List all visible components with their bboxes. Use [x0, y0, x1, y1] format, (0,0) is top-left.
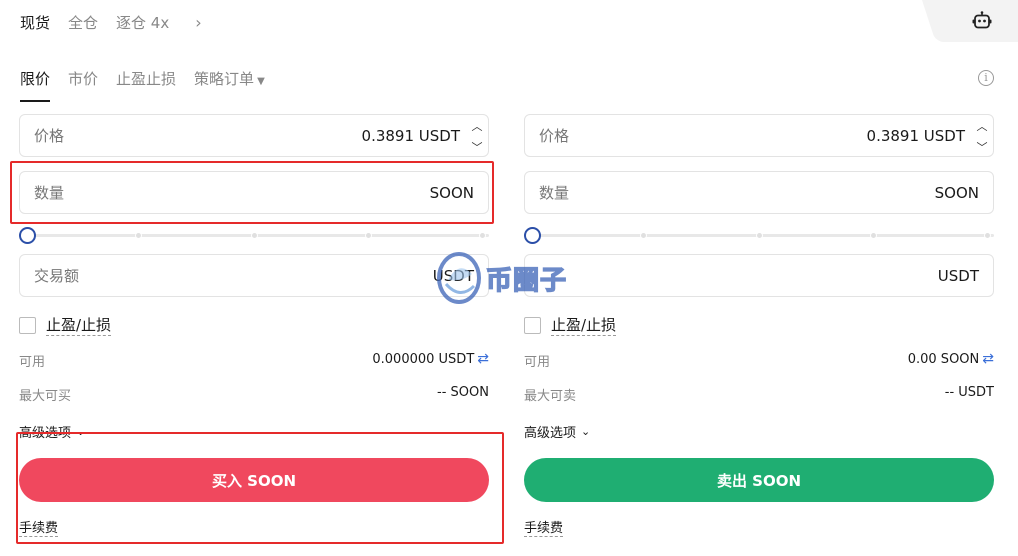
swap-icon[interactable]: ⇄ [477, 351, 489, 367]
buy-available-row: 可用 0.000000 USDT ⇄ [19, 351, 489, 370]
sell-amount-slider[interactable] [524, 227, 994, 244]
sell-max-value: -- USDT [944, 385, 994, 400]
slider-track [27, 234, 489, 237]
chevron-down-icon[interactable]: ﹀ [466, 137, 488, 159]
tab-tpsl[interactable]: 止盈止损 [116, 68, 176, 102]
tab-cross[interactable]: 全仓 [68, 12, 98, 33]
slider-step-dot[interactable] [365, 232, 372, 239]
order-type-tabs: 限价 市价 止盈止损 策略订单 ▼ [20, 68, 265, 102]
sell-panel: 价格 0.3891 USDT ︿ ﹀ 数量 SOON USDT 止盈/止损 可用… [524, 114, 994, 537]
sell-advanced-label: 高级选项 [524, 426, 577, 441]
slider-step-dot[interactable] [984, 232, 991, 239]
buy-amount-label: 交易额 [34, 267, 80, 285]
buy-price-label: 价格 [34, 127, 65, 145]
chevron-down-icon[interactable]: ﹀ [971, 137, 993, 159]
sell-qty-label: 数量 [539, 184, 570, 202]
buy-max-row: 最大可买 -- SOON [19, 385, 489, 404]
sell-available-row: 可用 0.00 SOON ⇄ [524, 351, 994, 370]
sell-button[interactable]: 卖出 SOON [524, 458, 994, 502]
buy-available-label: 可用 [19, 355, 46, 370]
sell-tpsl-label: 止盈/止损 [551, 316, 617, 336]
tab-isolated[interactable]: 逐仓 4x [116, 12, 169, 33]
chevron-up-icon[interactable]: ︿ [466, 115, 488, 137]
info-icon[interactable]: i [978, 70, 994, 86]
buy-tpsl-label: 止盈/止损 [46, 316, 112, 336]
sell-amount-field[interactable]: USDT [524, 254, 994, 297]
sell-available-label: 可用 [524, 355, 551, 370]
buy-price-field[interactable]: 价格 0.3891 USDT ︿ ﹀ [19, 114, 489, 157]
sell-available-value: 0.00 SOON [907, 352, 980, 367]
slider-step-dot[interactable] [251, 232, 258, 239]
robot-icon[interactable] [972, 11, 992, 31]
slider-step-dot[interactable] [870, 232, 877, 239]
tab-strategy-label: 策略订单 [194, 70, 255, 88]
buy-amount-slider[interactable] [19, 227, 489, 244]
sell-max-label: 最大可卖 [524, 389, 577, 404]
sell-quantity-field[interactable]: 数量 SOON [524, 171, 994, 214]
sell-qty-unit: SOON [934, 183, 979, 202]
sell-available-value-wrap: 0.00 SOON ⇄ [908, 351, 994, 370]
slider-step-dot[interactable] [640, 232, 647, 239]
slider-track [532, 234, 994, 237]
buy-tpsl-checkbox[interactable] [19, 316, 36, 334]
sell-price-label: 价格 [539, 127, 570, 145]
buy-available-value-wrap: 0.000000 USDT ⇄ [372, 351, 489, 370]
slider-knob[interactable] [524, 227, 541, 244]
chevron-right-icon[interactable]: › [195, 13, 201, 32]
caret-down-icon: ▼ [257, 76, 265, 87]
buy-tpsl-toggle[interactable]: 止盈/止损 [19, 314, 489, 336]
margin-mode-tabs: 现货 全仓 逐仓 4x › [20, 12, 202, 33]
slider-step-dot[interactable] [756, 232, 763, 239]
buy-available-value: 0.000000 USDT [372, 352, 475, 367]
slider-knob[interactable] [19, 227, 36, 244]
buy-max-label: 最大可买 [19, 389, 72, 404]
sell-price-value: 0.3891 USDT [866, 126, 965, 145]
buy-amount-unit: USDT [432, 266, 474, 285]
sell-fee-label: 手续费 [524, 521, 564, 537]
slider-step-dot[interactable] [135, 232, 142, 239]
sell-amount-unit: USDT [937, 266, 979, 285]
chevron-up-icon[interactable]: ︿ [971, 115, 993, 137]
slider-step-dot[interactable] [479, 232, 486, 239]
sell-price-stepper: ︿ ﹀ [971, 115, 993, 158]
sell-fee[interactable]: 手续费 [524, 517, 994, 537]
tab-market[interactable]: 市价 [68, 68, 98, 102]
buy-price-value: 0.3891 USDT [361, 126, 460, 145]
sell-tpsl-toggle[interactable]: 止盈/止损 [524, 314, 994, 336]
buy-max-value: -- SOON [437, 385, 489, 400]
tab-spot[interactable]: 现货 [20, 12, 50, 33]
sell-max-row: 最大可卖 -- USDT [524, 385, 994, 404]
sell-advanced-options[interactable]: 高级选项 ⌄ [524, 422, 994, 441]
tab-limit[interactable]: 限价 [20, 68, 51, 102]
swap-icon[interactable]: ⇄ [982, 351, 994, 367]
buy-price-stepper: ︿ ﹀ [466, 115, 488, 158]
sell-tpsl-checkbox[interactable] [524, 316, 541, 334]
buy-button-highlight-box [16, 432, 504, 544]
tab-strategy[interactable]: 策略订单 ▼ [194, 68, 265, 102]
sell-price-field[interactable]: 价格 0.3891 USDT ︿ ﹀ [524, 114, 994, 157]
chevron-down-icon: ⌄ [581, 425, 591, 438]
quantity-highlight-box [10, 161, 494, 224]
buy-amount-field[interactable]: 交易额 USDT [19, 254, 489, 297]
